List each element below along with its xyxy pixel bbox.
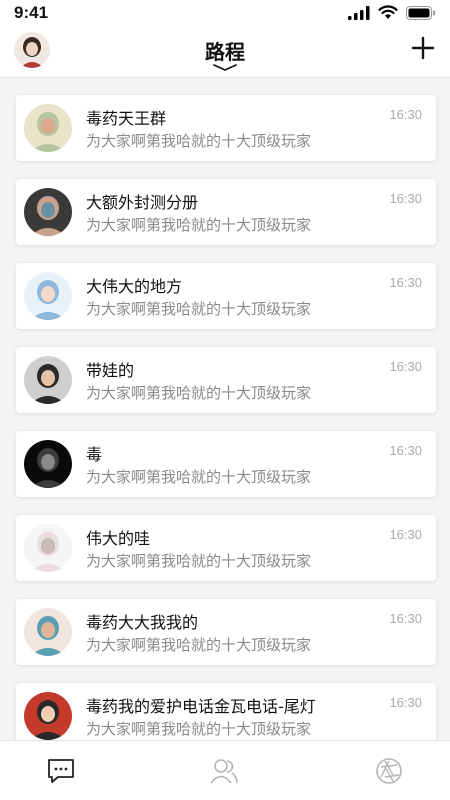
conversation-avatar [24, 272, 72, 320]
avatar-image [24, 272, 72, 320]
plus-icon[interactable] [410, 35, 436, 61]
contacts-icon[interactable] [209, 757, 239, 785]
conversation-preview: 为大家啊第我哈就的十大顶级玩家 [86, 636, 312, 654]
conversation-avatar [24, 104, 72, 152]
conversation-time: 16:30 [389, 695, 422, 710]
conversation-avatar [24, 440, 72, 488]
avatar-image [24, 440, 72, 488]
avatar-image [24, 188, 72, 236]
conversation-item[interactable]: 大额外封测分册为大家啊第我哈就的十大顶级玩家 16:30 [16, 179, 436, 245]
avatar-image [24, 524, 72, 572]
status-time: 9:41 [14, 3, 49, 22]
nav-bar: 路程 [0, 26, 450, 78]
conversation-list[interactable]: 毒药天王群 为大家啊第我哈就的十大顶级玩家 16:30 大额外封测分册 为大家啊第我哈就… [0, 78, 450, 740]
conversation-time: 16:30 [389, 275, 422, 290]
conversation-item[interactable]: 毒为大家啊第我哈就的十大顶级玩家 16:30 [16, 431, 436, 497]
conversation-time: 16:30 [389, 611, 422, 626]
conversation-avatar [24, 356, 72, 404]
status-bar: 9:41 [0, 0, 450, 26]
page-title[interactable]: 路程 [0, 36, 450, 65]
conversation-time: 16:30 [389, 359, 422, 374]
conversation-preview: 为大家啊第我哈就的十大顶级玩家 [86, 300, 312, 318]
conversation-title: 带娃的 [86, 361, 135, 380]
wifi-icon [378, 5, 398, 19]
conversation-preview: 为大家啊第我哈就的十大顶级玩家 [86, 468, 312, 486]
conversation-avatar [24, 692, 72, 740]
conversation-item[interactable]: 大伟大的地方为大家啊第我哈就的十大顶级玩家 16:30 [16, 263, 436, 329]
conversation-item[interactable]: 伟大的哇为大家啊第我哈就的十大顶级玩家 16:30 [16, 515, 436, 581]
signal-icon [348, 5, 370, 20]
conversation-avatar [24, 524, 72, 572]
conversation-title: 毒 [86, 445, 103, 464]
conversation-avatar [24, 608, 72, 656]
conversation-time: 16:30 [389, 443, 422, 458]
conversation-time: 16:30 [389, 527, 422, 542]
chat-bubble-icon[interactable] [46, 757, 76, 785]
chevron-down-icon[interactable] [213, 64, 237, 72]
discover-aperture-icon[interactable] [374, 757, 404, 785]
conversation-title: 大伟大的地方 [86, 277, 183, 296]
conversation-title: 大额外封测分册 [86, 193, 199, 212]
avatar-image [24, 692, 72, 740]
conversation-item[interactable]: 带娃的为大家啊第我哈就的十大顶级玩家 16:30 [16, 347, 436, 413]
conversation-preview: 为大家啊第我哈就的十大顶级玩家 [86, 132, 312, 150]
conversation-title: 毒药大大我我的 [86, 613, 199, 632]
conversation-item[interactable]: 毒药天王群为大家啊第我哈就的十大顶级玩家 16:30 [16, 95, 436, 161]
avatar-image [24, 356, 72, 404]
conversation-time: 16:30 [389, 107, 422, 122]
conversation-title: 毒药天王群 [86, 109, 167, 128]
conversation-preview: 为大家啊第我哈就的十大顶级玩家 [86, 384, 312, 402]
conversation-item[interactable]: 毒药大大我我的为大家啊第我哈就的十大顶级玩家 16:30 [16, 599, 436, 665]
conversation-preview: 为大家啊第我哈就的十大顶级玩家 [86, 216, 312, 234]
conversation-title: 伟大的哇 [86, 529, 151, 548]
status-icons [348, 5, 436, 20]
avatar-image [24, 104, 72, 152]
tab-bar [0, 740, 450, 800]
conversation-time: 16:30 [389, 191, 422, 206]
avatar-image [24, 608, 72, 656]
conversation-item[interactable]: 毒药我的爱护电话金瓦电话-尾灯 为大家啊第我哈就的十大顶级玩家 16:30 [16, 683, 436, 740]
conversation-avatar [24, 188, 72, 236]
battery-icon [406, 5, 435, 20]
conversation-title: 毒药我的爱护电话金瓦电话-尾灯 [86, 697, 316, 716]
conversation-preview: 为大家啊第我哈就的十大顶级玩家 [86, 720, 312, 738]
conversation-preview: 为大家啊第我哈就的十大顶级玩家 [86, 552, 312, 570]
